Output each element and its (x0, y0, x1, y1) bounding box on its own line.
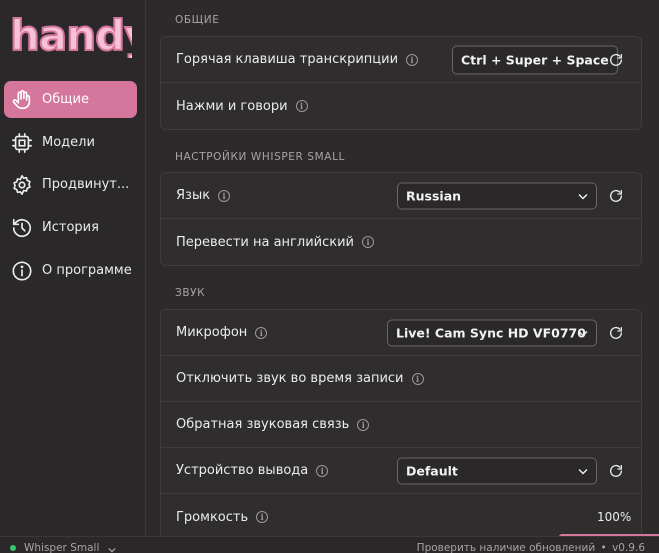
volume-value: 100% (597, 510, 632, 524)
settings-panel: ОБЩИЕ Горячая клавиша транскрипции i Ctr… (147, 0, 659, 536)
language-select[interactable]: Russian (397, 182, 597, 209)
chevron-down-icon (578, 193, 588, 200)
audio-feedback-row: Обратная звуковая связь i (161, 402, 641, 448)
language-row: Язык i Russian (161, 173, 641, 219)
chevron-down-icon[interactable] (108, 546, 116, 553)
version-label: v0.9.6 (612, 542, 645, 553)
update-area: Проверить наличие обновлений • v0.9.6 (417, 542, 645, 553)
info-icon[interactable]: i (256, 511, 269, 523)
reset-icon[interactable] (608, 325, 624, 341)
hotkey-label: Горячая клавиша транскрипции (176, 52, 399, 67)
microphone-select[interactable]: Live! Cam Sync HD VF0770 (387, 319, 597, 346)
sidebar-item-general[interactable]: Общие (4, 81, 137, 118)
sidebar-item-label: Модели (42, 135, 95, 150)
sidebar: handy Общие Модели Продвинут... (0, 0, 153, 536)
reset-icon[interactable] (608, 463, 624, 479)
mute-while-recording-row: Отключить звук во время записи i (161, 356, 641, 402)
volume-label: Громкость (176, 509, 249, 525)
info-icon[interactable]: i (411, 372, 424, 385)
microphone-value: Live! Cam Sync HD VF0770 (396, 325, 586, 340)
chevron-down-icon (578, 330, 588, 337)
translate-label: Перевести на английский (176, 234, 354, 250)
output-device-row: Устройство вывода i Default (161, 448, 641, 494)
info-icon[interactable]: i (406, 53, 419, 66)
language-label: Язык (176, 188, 211, 203)
sidebar-item-label: История (42, 220, 99, 235)
output-label: Устройство вывода (176, 463, 309, 478)
model-selector[interactable]: Whisper Small (24, 542, 99, 553)
push-to-talk-label: Нажми и говори (176, 98, 288, 114)
sidebar-item-advanced[interactable]: Продвинут... (4, 166, 137, 203)
output-device-select[interactable]: Default (397, 457, 597, 484)
logo-text: handy (10, 11, 132, 58)
microphone-label: Микрофон (176, 325, 248, 340)
info-icon[interactable]: i (218, 189, 231, 202)
info-icon[interactable]: i (357, 418, 370, 431)
sidebar-item-label: О программе (42, 263, 132, 278)
hotkey-row: Горячая клавиша транскрипции i Ctrl + Su… (161, 37, 641, 83)
info-icon[interactable]: i (255, 326, 268, 339)
language-value: Russian (406, 188, 462, 203)
feedback-label: Обратная звуковая связь (176, 417, 350, 432)
info-icon[interactable]: i (295, 100, 308, 112)
model-status-dot (10, 545, 16, 551)
info-icon[interactable]: i (316, 464, 329, 477)
volume-row: Громкость i 100% (161, 494, 659, 536)
app-logo: handy (8, 10, 153, 61)
hand-icon (11, 89, 33, 111)
chevron-down-icon (578, 468, 588, 475)
reset-icon[interactable] (608, 52, 624, 68)
whisper-card: Язык i Russian Перевести на английский i (160, 172, 642, 266)
reset-icon[interactable] (608, 188, 624, 204)
push-to-talk-row: Нажми и говори i (161, 83, 641, 129)
check-updates-link[interactable]: Проверить наличие обновлений (417, 542, 596, 553)
chip-icon (11, 132, 33, 154)
sidebar-item-history[interactable]: История (4, 209, 137, 246)
mute-label: Отключить звук во время записи (176, 371, 404, 386)
sound-card: Микрофон i Live! Cam Sync HD VF0770 Откл… (160, 309, 659, 536)
sidebar-item-about[interactable]: О программе (4, 252, 137, 289)
section-title-general: ОБЩИЕ (175, 14, 220, 26)
section-title-whisper: НАСТРОЙКИ WHISPER SMALL (175, 151, 345, 163)
output-device-value: Default (406, 463, 458, 478)
section-title-sound: ЗВУК (175, 287, 206, 299)
microphone-row: Микрофон i Live! Cam Sync HD VF0770 (161, 310, 641, 356)
info-icon[interactable]: i (361, 236, 374, 248)
separator: • (600, 542, 607, 553)
history-icon (11, 217, 33, 239)
sidebar-item-label: Общие (42, 92, 89, 107)
sidebar-item-models[interactable]: Модели (4, 124, 137, 161)
status-bar: Whisper Small Проверить наличие обновлен… (0, 536, 659, 553)
general-card: Горячая клавиша транскрипции i Ctrl + Su… (160, 36, 642, 130)
hotkey-input[interactable]: Ctrl + Super + Space (452, 45, 618, 74)
gear-icon (11, 174, 33, 196)
translate-row: Перевести на английский i (161, 219, 641, 265)
sidebar-item-label: Продвинут... (42, 177, 130, 192)
info-icon (11, 260, 33, 282)
